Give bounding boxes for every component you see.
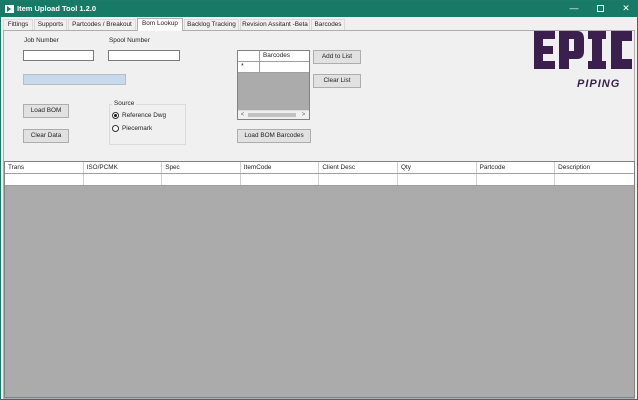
add-to-list-button[interactable]: Add to List — [313, 50, 361, 64]
piecemark-label[interactable]: Piecemark — [122, 125, 152, 132]
new-row-marker: * — [238, 62, 260, 73]
piecemark-radio[interactable] — [112, 125, 119, 132]
source-group-title: Source — [112, 100, 137, 107]
app-icon — [5, 5, 14, 13]
col-header-partcode[interactable]: Partcode — [477, 162, 556, 173]
load-bom-barcodes-button[interactable]: Load BOM Barcodes — [237, 129, 311, 143]
tab-fittings[interactable]: Fittings — [3, 19, 33, 30]
table-cell[interactable] — [84, 174, 163, 185]
bom-results-grid[interactable]: Trans ISO/PCMK Spec ItemCode Client Desc… — [4, 161, 635, 398]
col-header-iso-pcmk[interactable]: ISO/PCMK — [84, 162, 163, 173]
tab-bom-lookup[interactable]: Bom Lookup — [137, 18, 183, 31]
reference-dwg-label[interactable]: Reference Dwg — [122, 112, 166, 119]
barcodes-grid[interactable]: Barcodes * < > — [237, 50, 310, 120]
col-header-itemcode[interactable]: ItemCode — [241, 162, 320, 173]
title-bar[interactable]: Item Upload Tool 1.2.0 — ✕ — [1, 1, 637, 17]
tab-supports[interactable]: Supports — [34, 19, 67, 30]
col-header-spec[interactable]: Spec — [162, 162, 241, 173]
table-cell[interactable] — [398, 174, 477, 185]
col-header-client-desc[interactable]: Client Desc — [319, 162, 398, 173]
tab-revision-assistant[interactable]: Revision Assitant -Beta — [240, 19, 310, 30]
load-bom-button[interactable]: Load BOM — [23, 104, 69, 118]
maximize-button[interactable] — [587, 1, 613, 17]
barcode-cell[interactable] — [260, 62, 309, 73]
horizontal-scrollbar[interactable]: < > — [238, 110, 309, 119]
scroll-thumb[interactable] — [248, 113, 296, 117]
spool-number-label: Spool Number — [109, 37, 150, 44]
logo-subtitle: PIPING — [577, 78, 620, 90]
maximize-icon — [596, 5, 604, 12]
col-header-description[interactable]: Description — [555, 162, 634, 173]
table-cell[interactable] — [162, 174, 241, 185]
grid-corner-cell — [238, 51, 260, 62]
clear-list-button[interactable]: Clear List — [313, 74, 361, 88]
job-number-label: Job Number — [24, 37, 59, 44]
clear-data-button[interactable]: Clear Data — [23, 129, 69, 143]
col-header-qty[interactable]: Qty — [398, 162, 477, 173]
table-cell[interactable] — [477, 174, 556, 185]
barcodes-column-header[interactable]: Barcodes — [260, 51, 309, 62]
app-window: Item Upload Tool 1.2.0 — ✕ Fittings Supp… — [0, 0, 638, 400]
minimize-button[interactable]: — — [561, 1, 587, 17]
scroll-left-icon[interactable]: < — [238, 111, 247, 119]
epic-piping-logo: PIPING — [534, 31, 632, 90]
table-cell[interactable] — [5, 174, 84, 185]
scroll-right-icon[interactable]: > — [299, 111, 308, 119]
table-cell[interactable] — [555, 174, 634, 185]
table-row[interactable] — [5, 174, 634, 186]
progress-fill — [24, 75, 125, 84]
table-cell[interactable] — [319, 174, 398, 185]
results-header-row: Trans ISO/PCMK Spec ItemCode Client Desc… — [5, 162, 634, 174]
tab-backlog-tracking[interactable]: Backlog Tracking — [184, 19, 239, 30]
close-button[interactable]: ✕ — [613, 1, 638, 17]
window-title: Item Upload Tool 1.2.0 — [17, 4, 97, 13]
load-progress-bar — [23, 74, 126, 85]
col-header-trans[interactable]: Trans — [5, 162, 84, 173]
tab-partcodes-breakout[interactable]: Partcodes / Breakout — [68, 19, 136, 30]
tab-barcodes[interactable]: Barcodes — [311, 19, 345, 30]
spool-number-input[interactable] — [108, 50, 180, 61]
table-cell[interactable] — [241, 174, 320, 185]
job-number-input[interactable] — [23, 50, 94, 61]
reference-dwg-radio[interactable] — [112, 112, 119, 119]
